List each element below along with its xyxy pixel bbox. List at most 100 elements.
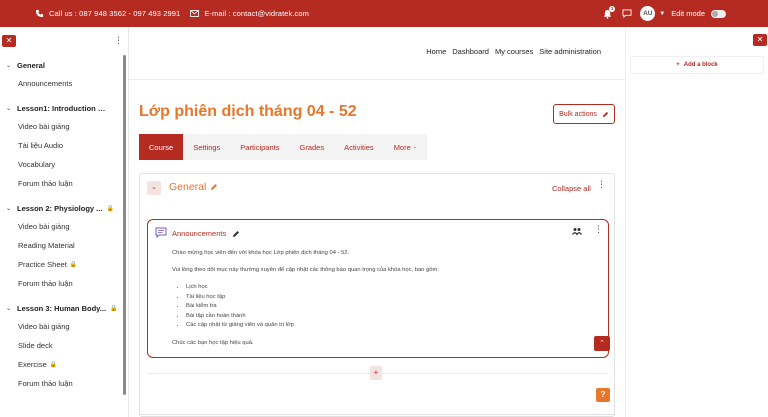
course-index: ⌄ General Announcements ⌄ Lesson1: Introduct… <box>0 57 122 393</box>
chevron-down-icon[interactable]: ⌄ <box>0 105 17 112</box>
add-block-label: Add a block <box>683 62 718 68</box>
chevron-down-icon[interactable]: ⌄ <box>0 205 17 212</box>
bulk-actions-button[interactable]: Bulk actions <box>553 104 615 124</box>
nav-my-courses[interactable]: My courses <box>495 47 533 56</box>
pencil-icon[interactable] <box>232 230 240 238</box>
item-label: Exercise <box>18 360 47 369</box>
collapse-description-button[interactable]: ⌃ <box>594 336 610 351</box>
item-label: Forum thảo luận <box>18 279 73 288</box>
course-index-item[interactable]: Exercise 🔒 <box>0 355 122 374</box>
pencil-icon[interactable] <box>210 183 218 191</box>
course-index-item[interactable]: Video bài giảng <box>0 317 122 336</box>
user-avatar[interactable]: AU <box>640 6 656 21</box>
forum-icon <box>155 227 167 238</box>
course-index-item[interactable]: Tài liệu Audio <box>0 136 122 155</box>
divider <box>129 79 625 80</box>
plus-icon: + <box>676 62 680 68</box>
add-activity-button[interactable]: + <box>370 366 382 380</box>
instruction-text: Vui lòng theo dõi mục này thường xuyên đ… <box>172 267 439 273</box>
course-index-item[interactable]: Reading Material <box>0 236 122 255</box>
secondary-navigation: Course Settings Participants Grades Acti… <box>139 134 427 160</box>
drawer-scrollbar[interactable] <box>123 55 126 395</box>
email-text: E-mail : contact@vidratek.com <box>204 9 310 18</box>
notification-count-badge: 1 <box>609 5 616 12</box>
close-drawer-button[interactable]: ✕ <box>2 35 16 47</box>
primary-navigation: Home Dashboard My courses Site administr… <box>420 47 601 56</box>
close-block-drawer-button[interactable]: ✕ <box>753 34 767 46</box>
collapse-all-link[interactable]: Collapse all <box>552 184 591 193</box>
list-item: Lịch học <box>186 283 592 293</box>
section-title: General <box>17 61 45 70</box>
messages-button[interactable] <box>622 9 632 18</box>
group-mode-icon[interactable] <box>572 227 582 236</box>
course-index-item[interactable]: Slide deck <box>0 336 122 355</box>
nav-home[interactable]: Home <box>426 47 446 56</box>
nav-site-administration[interactable]: Site administration <box>539 47 601 56</box>
chevron-down-icon[interactable]: ▼ <box>659 11 665 17</box>
list-item: Các cập nhật từ giảng viên và quản trị l… <box>186 321 592 331</box>
list-item: Bài tập cần hoàn thành <box>186 312 592 322</box>
nav-dashboard[interactable]: Dashboard <box>452 47 489 56</box>
tab-more[interactable]: More ⌄ <box>384 134 427 160</box>
page-title: Lớp phiên dịch tháng 04 - 52 <box>139 103 357 120</box>
item-label: Forum thảo luận <box>18 179 73 188</box>
contact-info: Call us : 087 948 3562 - 097 493 2991 E-… <box>35 9 309 18</box>
activity-announcements: Announcements ⋮ Chào mừng học viên đến v… <box>147 219 610 358</box>
intro-text: Chào mừng học viên đến với khóa học Lớp … <box>172 250 350 256</box>
course-index-item[interactable]: Video bài giảng <box>0 217 122 236</box>
item-label: Slide deck <box>18 341 53 350</box>
kebab-menu-icon[interactable]: ⋮ <box>597 179 606 190</box>
activity-title[interactable]: Announcements <box>172 229 240 238</box>
tab-activities[interactable]: Activities <box>334 134 384 160</box>
announcement-list: Lịch học Tài liệu học tập Bài kiểm tra B… <box>186 283 592 331</box>
course-index-item[interactable]: Announcements <box>0 74 122 93</box>
tab-settings[interactable]: Settings <box>183 134 230 160</box>
activity-description: Chào mừng học viên đến với khóa học Lớp … <box>172 249 592 356</box>
toggle-knob <box>712 10 718 17</box>
chat-icon <box>622 9 632 18</box>
list-item: Tài liệu học tập <box>186 293 592 303</box>
closing-text: Chúc các bạn học tập hiệu quả. <box>172 339 254 346</box>
main-content: Home Dashboard My courses Site administr… <box>129 27 625 417</box>
top-bar: Call us : 087 948 3562 - 097 493 2991 E-… <box>0 0 768 27</box>
course-index-item[interactable]: Vocabulary <box>0 155 122 174</box>
pencil-icon <box>602 111 608 117</box>
help-button[interactable]: ? <box>596 388 610 402</box>
section-title: Lesson1: Introduction to A... <box>17 104 107 113</box>
item-label: Announcements <box>18 79 73 88</box>
item-label: Video bài giảng <box>18 222 70 231</box>
add-block-button[interactable]: + Add a block <box>630 56 764 74</box>
tab-more-label: More <box>393 142 411 152</box>
item-label: Forum thảo luận <box>18 379 73 388</box>
kebab-menu-icon[interactable]: ⋮ <box>594 224 603 235</box>
lock-icon: 🔒 <box>106 206 114 212</box>
tab-course[interactable]: Course <box>139 134 184 160</box>
section-title: Lesson 3: Human Body... <box>17 304 107 313</box>
course-index-item[interactable]: Forum thảo luận <box>0 174 122 193</box>
tab-grades[interactable]: Grades <box>289 134 334 160</box>
chevron-down-icon[interactable]: ⌄ <box>0 62 17 69</box>
course-index-item[interactable]: Forum thảo luận <box>0 374 122 393</box>
tab-participants[interactable]: Participants <box>230 134 289 160</box>
course-index-section[interactable]: ⌄ Lesson 2: Physiology ... 🔒 <box>0 200 122 217</box>
kebab-menu-icon[interactable]: ⋮ <box>114 35 123 46</box>
course-index-item[interactable]: Video bài giảng <box>0 117 122 136</box>
notifications-button[interactable]: 1 <box>603 5 616 19</box>
edit-mode-toggle[interactable] <box>711 9 726 18</box>
item-label: Video bài giảng <box>18 122 70 131</box>
item-label: Video bài giảng <box>18 322 70 331</box>
block-drawer: ✕ + Add a block <box>625 27 768 417</box>
course-index-item[interactable]: Forum thảo luận <box>0 274 122 293</box>
course-index-section[interactable]: ⌄ Lesson 3: Human Body... 🔒 <box>0 300 122 317</box>
section-title[interactable]: General <box>169 181 218 193</box>
course-index-item[interactable]: Practice Sheet 🔒 <box>0 255 122 274</box>
chevron-down-icon[interactable]: ⌄ <box>0 305 17 312</box>
course-index-section[interactable]: ⌄Lesson1: Introduction to A... <box>0 100 122 117</box>
bulk-actions-label: Bulk actions <box>559 110 597 118</box>
lock-icon: 🔒 <box>69 262 78 268</box>
course-index-section[interactable]: ⌄ General <box>0 57 122 74</box>
section-collapse-toggle[interactable]: ⌄ <box>147 181 161 195</box>
